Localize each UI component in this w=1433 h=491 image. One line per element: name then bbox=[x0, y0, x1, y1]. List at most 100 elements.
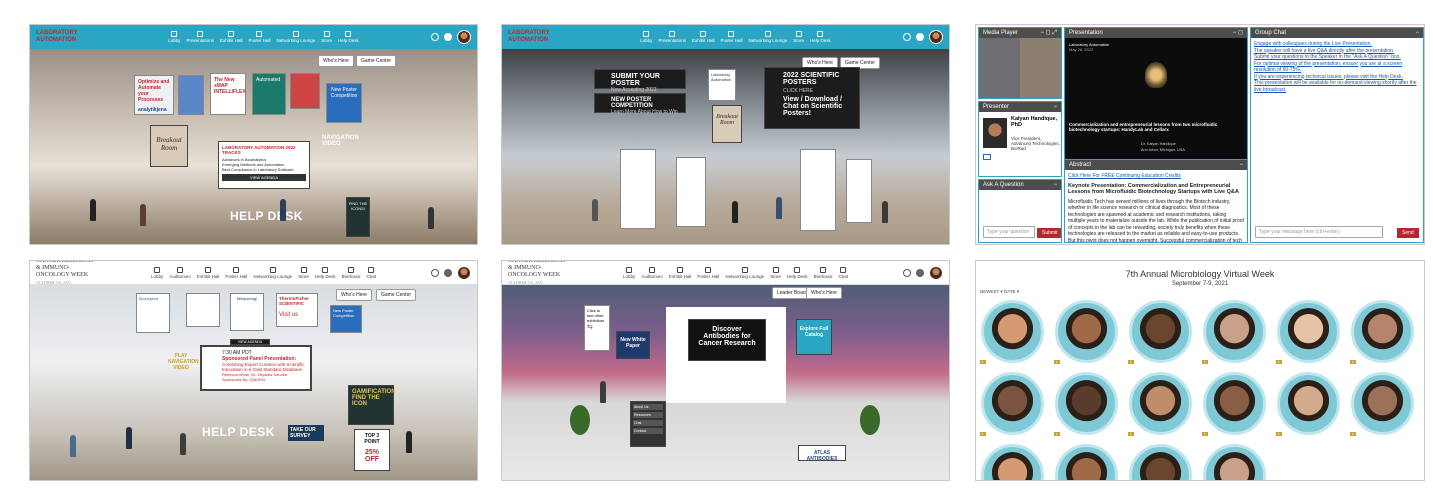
poster-kiosk[interactable] bbox=[800, 149, 836, 231]
nav-chat[interactable]: Chat bbox=[366, 266, 376, 279]
sponsor-banner[interactable] bbox=[186, 293, 220, 327]
nav-poster-hall[interactable]: Poster Hall bbox=[697, 266, 719, 279]
search-icon[interactable] bbox=[902, 33, 911, 41]
photo-tile[interactable]: L bbox=[1126, 297, 1195, 366]
company-logo[interactable]: ATLAS ANTIBODIES bbox=[798, 445, 846, 462]
avatar[interactable] bbox=[457, 265, 471, 280]
submit-poster-banner[interactable]: SUBMIT YOUR POSTER Now Accepting 2022 Su… bbox=[594, 69, 686, 99]
sort-filters[interactable]: NEWEST ▾ DATE ▾ bbox=[980, 289, 1019, 295]
nav-lobby[interactable]: Lobby bbox=[623, 266, 635, 279]
nav-presentations[interactable]: Presentations bbox=[186, 31, 214, 43]
minimize-icon[interactable]: − bbox=[1053, 180, 1057, 190]
minimize-icon[interactable]: − bbox=[1415, 28, 1419, 38]
nav-store[interactable]: Store bbox=[770, 266, 781, 279]
photo-tile[interactable]: L bbox=[1274, 297, 1343, 366]
nav-store[interactable]: Store bbox=[298, 266, 309, 279]
nav-poster-hall[interactable]: Poster Hall bbox=[248, 31, 271, 43]
nav-help-desk[interactable]: Help Desk bbox=[315, 266, 336, 279]
question-input[interactable]: Type your question bbox=[983, 226, 1035, 238]
photo-tile[interactable]: L bbox=[1126, 369, 1195, 438]
nav-exhibit-hall[interactable]: Exhibit Hall bbox=[692, 31, 714, 43]
nav-networking[interactable]: Networking Lounge bbox=[253, 266, 292, 279]
nav-exhibit-hall[interactable]: Exhibit Hall bbox=[220, 31, 242, 43]
exhibitor-directory[interactable]: Click to see other exhibitors ⇆ bbox=[584, 305, 610, 351]
nav-help-desk[interactable]: Help Desk bbox=[787, 266, 808, 279]
ce-credit-link[interactable]: Click Here For FREE Continuing Education… bbox=[1068, 173, 1244, 180]
poster-competition-banner[interactable]: New Poster Competition bbox=[330, 305, 362, 333]
whos-here-button[interactable]: Who's Here bbox=[318, 55, 354, 67]
poster-competition-banner[interactable]: New Poster Competition bbox=[326, 83, 362, 123]
menu-item[interactable]: Chat bbox=[633, 420, 663, 426]
find-icons-sign[interactable]: FIND THE ICONS! bbox=[346, 197, 370, 237]
event-logo[interactable]: CANCER RESEARCH & IMMUNO-ONCOLOGY WEEK OC… bbox=[508, 261, 568, 287]
photo-tile[interactable]: L bbox=[1052, 369, 1121, 438]
thermofisher-banner[interactable]: ThermoFisher SCIENTIFIC Visit us bbox=[276, 293, 318, 327]
poster-competition-banner[interactable]: NEW POSTER COMPETITION Learn More About … bbox=[594, 93, 686, 115]
navigation-video-sign[interactable]: PLAY NAVIGATION VIDEO bbox=[166, 351, 199, 373]
poster-kiosk[interactable] bbox=[846, 159, 872, 223]
game-center-button[interactable]: Game Center bbox=[356, 55, 397, 67]
discount-kiosk[interactable]: TOP 3 POINT 25% OFF bbox=[354, 429, 390, 471]
video-feed[interactable] bbox=[979, 38, 1061, 98]
linkedin-icon[interactable] bbox=[983, 154, 991, 160]
nav-poster-hall[interactable]: Poster Hall bbox=[225, 266, 247, 279]
send-button[interactable]: Send bbox=[1397, 228, 1419, 238]
photo-tile[interactable]: L bbox=[1200, 369, 1269, 438]
nav-chat[interactable]: Chat bbox=[838, 266, 848, 279]
nav-poster-hall[interactable]: Poster Hall bbox=[720, 31, 743, 43]
nav-briefcase[interactable]: Briefcase bbox=[814, 266, 832, 279]
gamification-sign[interactable]: GAMIFICATION FIND THE ICON bbox=[348, 385, 396, 425]
nav-briefcase[interactable]: Briefcase bbox=[342, 266, 360, 279]
poster-kiosk[interactable] bbox=[620, 149, 656, 229]
help-desk-label[interactable]: HELP DESK bbox=[202, 425, 275, 439]
event-logo[interactable]: LABORATORY AUTOMATION bbox=[36, 30, 96, 44]
photo-tile[interactable]: L bbox=[1274, 369, 1343, 438]
game-center-button[interactable]: Game Center bbox=[376, 289, 417, 301]
photo-tile[interactable]: L bbox=[1200, 297, 1269, 366]
search-icon[interactable] bbox=[430, 33, 439, 41]
window-controls-icon[interactable]: − ◻ bbox=[1233, 28, 1243, 38]
gear-icon[interactable] bbox=[444, 268, 452, 277]
event-logo[interactable]: LABORATORY AUTOMATION bbox=[508, 30, 568, 44]
scientific-posters-banner[interactable]: 2022 SCIENTIFIC POSTERS CLICK HERE View … bbox=[764, 67, 860, 129]
photo-tile[interactable] bbox=[1126, 441, 1195, 480]
agenda-screen[interactable]: 7:30 AM PDT Sponsored Panel Presentation… bbox=[200, 345, 312, 391]
photo-tile[interactable] bbox=[978, 441, 1047, 480]
photo-tile[interactable] bbox=[1200, 441, 1269, 480]
milliporeagl-banner[interactable]: Milliporeagl bbox=[230, 293, 264, 331]
whos-here-button[interactable]: Who's Here bbox=[806, 287, 842, 299]
avatar[interactable] bbox=[456, 30, 471, 44]
window-controls-icon[interactable]: − ◻ ⤢ bbox=[1040, 28, 1057, 38]
explore-catalog-panel[interactable]: Explore Full Catalog bbox=[796, 319, 832, 355]
menu-item[interactable]: Resources bbox=[633, 412, 663, 418]
nav-presentations[interactable]: Presentations bbox=[658, 31, 686, 43]
nav-store[interactable]: Store bbox=[793, 31, 804, 43]
avatar[interactable] bbox=[929, 265, 943, 280]
gear-icon[interactable] bbox=[916, 268, 924, 277]
nav-help-desk[interactable]: Help Desk bbox=[338, 31, 359, 43]
event-logo[interactable]: CANCER RESEARCH & IMMUNO-ONCOLOGY WEEK OC… bbox=[36, 261, 96, 287]
minimize-icon[interactable]: − bbox=[1053, 102, 1057, 112]
gear-icon[interactable] bbox=[915, 33, 924, 41]
submit-question-button[interactable]: Submit bbox=[1037, 228, 1061, 238]
avatar[interactable] bbox=[928, 30, 943, 44]
menu-item[interactable]: About Us bbox=[633, 404, 663, 410]
arrows-icon[interactable]: ⇆ bbox=[587, 323, 607, 331]
photo-tile[interactable]: L bbox=[1348, 369, 1417, 438]
lab-automation-sign[interactable]: Laboratory Automation bbox=[708, 69, 736, 101]
white-paper-panel[interactable]: New White Paper bbox=[616, 331, 650, 359]
booth-screen[interactable]: Discover Antibodies for Cancer Research bbox=[688, 319, 766, 361]
nav-auditorium[interactable]: Auditorium bbox=[169, 266, 191, 279]
photo-tile[interactable]: L bbox=[1052, 297, 1121, 366]
photo-tile[interactable]: L bbox=[978, 297, 1047, 366]
agenda-screen[interactable]: LABORATORY AUTOMATION 2022 TRACKS Advanc… bbox=[218, 141, 310, 189]
sponsor-banner-2[interactable] bbox=[290, 73, 320, 109]
whos-here-button[interactable]: Who's Here bbox=[336, 289, 372, 301]
nav-store[interactable]: Store bbox=[321, 31, 332, 43]
nav-lobby[interactable]: Lobby bbox=[168, 31, 180, 43]
chat-input[interactable]: Type your message here (ctrl+enter) bbox=[1255, 226, 1383, 238]
survey-button[interactable]: TAKE OUR SURVEY bbox=[288, 425, 324, 441]
nav-exhibit-hall[interactable]: Exhibit Hall bbox=[669, 266, 691, 279]
nav-networking[interactable]: Networking Lounge bbox=[725, 266, 764, 279]
gear-icon[interactable] bbox=[443, 33, 452, 41]
